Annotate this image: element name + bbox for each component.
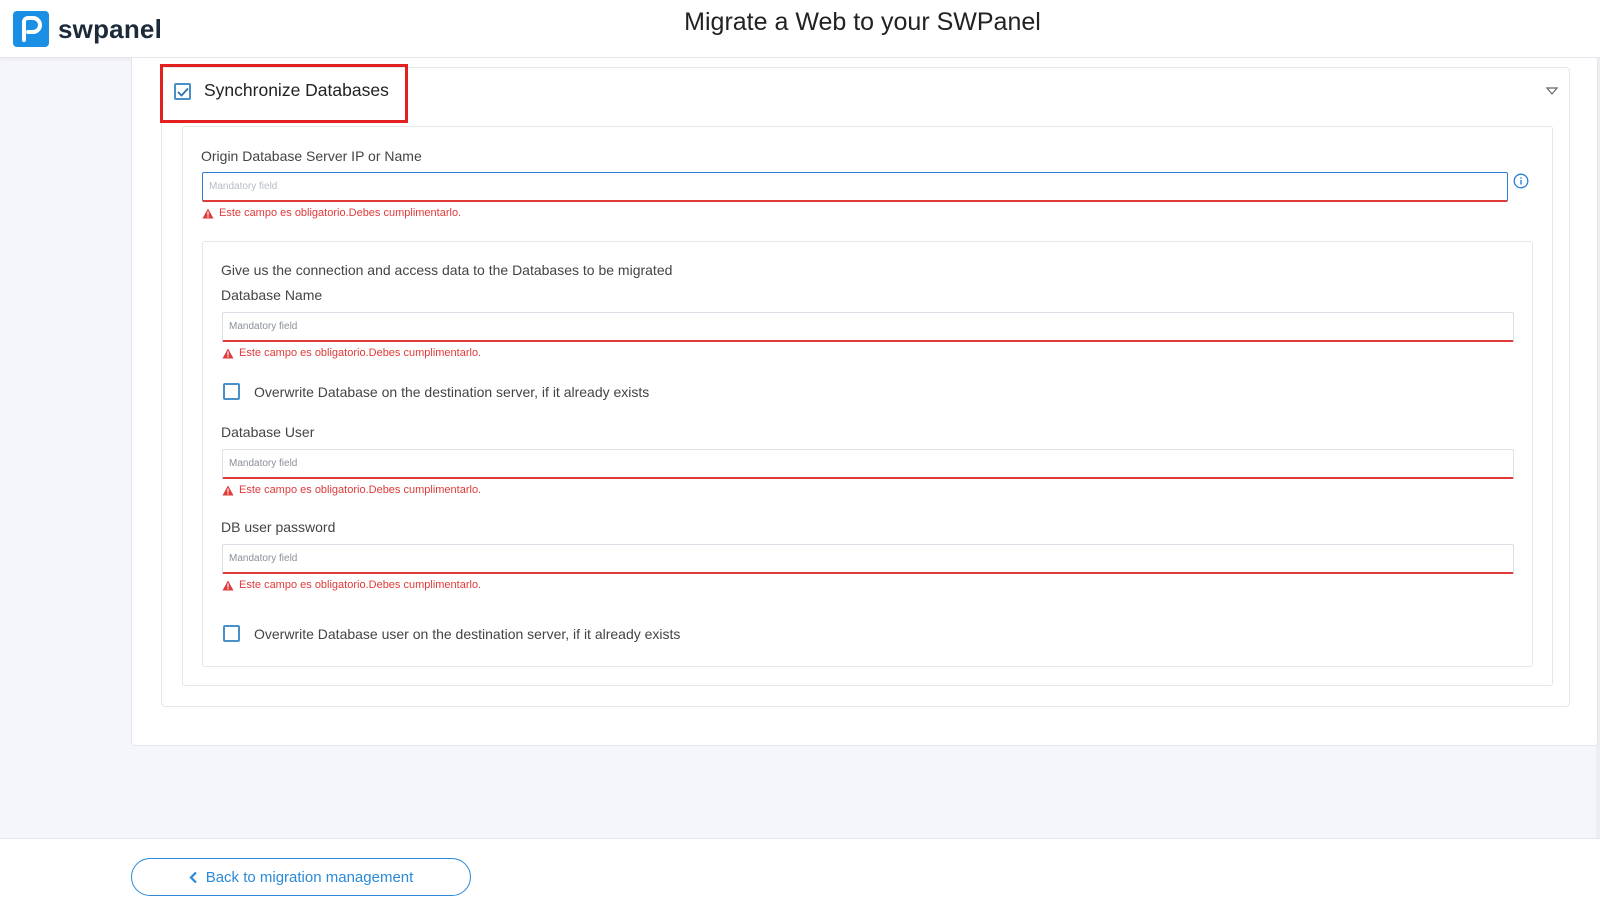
top-bar: swpanel Migrate a Web to your SWPanel [0,0,1600,58]
db-name-error: Este campo es obligatorio.Debes cumplime… [222,347,481,359]
section-title[interactable]: Synchronize Databases [204,80,389,101]
warning-triangle-icon [222,580,234,590]
error-text: Este campo es obligatorio.Debes cumplime… [219,207,462,219]
checkbox-checked-icon [176,87,189,97]
origin-server-error: Este campo es obligatorio.Debes cumplime… [202,207,461,219]
db-password-label: DB user password [221,519,336,535]
db-name-label: Database Name [221,287,323,303]
info-icon[interactable] [1513,173,1529,189]
db-name-input[interactable] [222,312,1514,342]
db-password-error: Este campo es obligatorio.Debes cumplime… [222,579,481,591]
db-user-label: Database User [221,424,315,440]
error-text: Este campo es obligatorio.Debes cumplime… [239,347,482,359]
warning-triangle-icon [222,348,234,358]
warning-triangle-icon [222,485,234,495]
db-user-input[interactable] [222,449,1514,479]
overwrite-database-checkbox[interactable] [223,383,240,400]
overwrite-user-label[interactable]: Overwrite Database user on the destinati… [254,626,680,642]
origin-server-input[interactable] [202,172,1508,202]
chevron-left-icon [189,871,197,883]
overwrite-user-checkbox[interactable] [223,625,240,642]
error-text: Este campo es obligatorio.Debes cumplime… [239,579,482,591]
db-user-error: Este campo es obligatorio.Debes cumplime… [222,484,481,496]
back-to-migration-button[interactable]: Back to migration management [131,858,471,896]
chevron-down-icon[interactable] [1545,85,1559,97]
error-text: Este campo es obligatorio.Debes cumplime… [239,484,482,496]
overwrite-database-label[interactable]: Overwrite Database on the destination se… [254,384,649,400]
connection-intro: Give us the connection and access data t… [221,262,673,278]
sync-databases-checkbox[interactable] [174,83,191,100]
back-button-label: Back to migration management [205,868,414,886]
page-title: Migrate a Web to your SWPanel [684,8,1041,36]
origin-server-label: Origin Database Server IP or Name [201,148,422,164]
db-password-input[interactable] [222,544,1514,574]
warning-triangle-icon [202,208,214,218]
